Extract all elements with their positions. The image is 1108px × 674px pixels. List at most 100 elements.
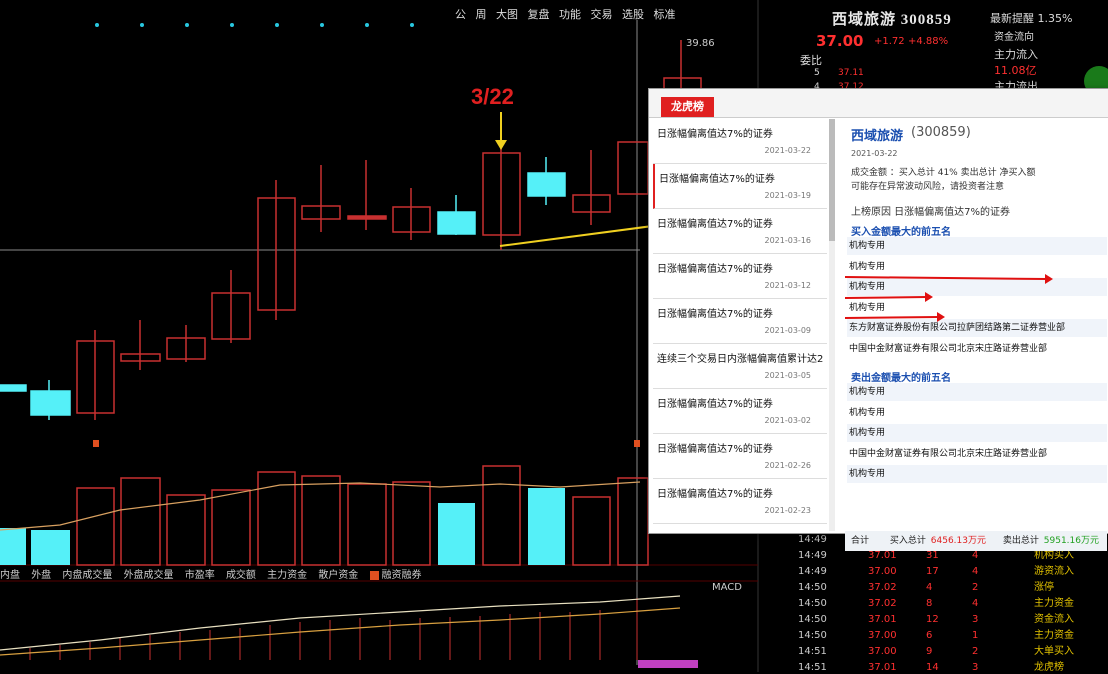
tick-cell: 31 xyxy=(926,550,939,561)
tick-cell: 14:49 xyxy=(798,550,827,561)
tick-cell: 37.02 xyxy=(868,598,897,609)
volume-bar-up xyxy=(617,477,649,566)
volume-bar-up xyxy=(392,481,431,566)
marker-dot xyxy=(230,23,234,27)
side-label: 5 xyxy=(814,68,820,78)
footer-buy-label: 买入总计 xyxy=(889,536,926,546)
tick-row: 14:49 37.00 17 4 游资流入 xyxy=(798,562,1108,578)
flow-label[interactable]: 资金流向 xyxy=(994,28,1034,43)
tick-cell: 14:51 xyxy=(798,662,827,673)
popup-annotation-arrows xyxy=(844,274,1053,322)
tick-cell: 大单买入 xyxy=(1034,646,1074,657)
tick-cell: 14:50 xyxy=(798,630,827,641)
indicator-item[interactable]: 散户资金 xyxy=(318,570,358,581)
indicator-item: 融资融券 xyxy=(381,570,422,581)
volume-bar-up xyxy=(347,483,387,566)
volume-bar-up xyxy=(76,487,115,566)
high-price-label: 39.86 xyxy=(686,38,715,49)
tick-cell: 37.00 xyxy=(868,566,897,577)
footer-sell-value: 5951.16万元 xyxy=(1043,536,1099,546)
tick-cell: 4 xyxy=(972,566,979,577)
signal-marker xyxy=(93,440,99,447)
tick-cell: 37.00 xyxy=(868,646,897,657)
dragon-tiger-popup: 龙虎榜 日涨幅偏离值达7%的证券 2021-03-22 日涨幅偏离值达7%的证券 20… xyxy=(648,88,1108,551)
footer-sell-label: 卖出总计 xyxy=(1002,536,1039,546)
tick-cell: 14:50 xyxy=(798,614,827,625)
indicator-item[interactable]: 成交额 xyxy=(226,570,256,581)
toolbar-item[interactable]: 复盘 xyxy=(528,8,550,21)
macd-histogram xyxy=(29,598,638,660)
tick-cell: 4 xyxy=(972,598,979,609)
tick-cell: 主力资金 xyxy=(1034,598,1074,609)
chart-toolbar: 公 周 大图 复盘 功能 交易 选股 标准 xyxy=(455,6,755,24)
marker-dot xyxy=(275,23,279,27)
stock-change-pct: +4.88% xyxy=(908,36,949,47)
annotation-arrow-head xyxy=(495,140,507,150)
tick-cell: 4 xyxy=(972,550,979,561)
tick-cell: 2 xyxy=(972,582,979,593)
tick-row: 14:50 37.01 12 3 资金流入 xyxy=(798,610,1108,626)
indicator-item[interactable]: 市盈率 xyxy=(185,570,215,581)
candles xyxy=(0,40,702,420)
toolbar-item[interactable]: 交易 xyxy=(591,8,613,21)
volume-bar-down xyxy=(31,530,70,565)
volume-bar-down xyxy=(0,528,26,565)
tick-row: 14:51 37.00 9 2 大单买入 xyxy=(798,642,1108,658)
indicator-checkbox[interactable]: 融资融券 xyxy=(369,570,430,581)
candle-down xyxy=(30,390,71,416)
toolbar-item[interactable]: 功能 xyxy=(559,8,581,21)
macd-dif-line xyxy=(0,595,681,651)
candle-down xyxy=(0,384,27,392)
tick-cell: 37.01 xyxy=(868,662,897,673)
toolbar-item[interactable]: 标准 xyxy=(654,8,676,21)
tick-cell: 主力资金 xyxy=(1034,630,1074,641)
tick-row: 14:50 37.02 8 4 主力资金 xyxy=(798,594,1108,610)
tick-cell: 龙虎榜 xyxy=(1034,662,1064,673)
toolbar-item[interactable]: 大图 xyxy=(496,8,518,21)
tick-cell: 14:50 xyxy=(798,598,827,609)
volume-bar-down xyxy=(438,503,475,565)
stock-price: 37.00 xyxy=(816,32,864,50)
tick-cell: 14:51 xyxy=(798,646,827,657)
tick-cell: 14:50 xyxy=(798,582,827,593)
marker-dot xyxy=(365,23,369,27)
toolbar-item[interactable]: 选股 xyxy=(622,8,644,21)
main-inflow-label: 主力流入 xyxy=(994,48,1038,61)
footer-total-label: 合计 xyxy=(851,536,870,546)
indicator-item[interactable]: 外盘成交量 xyxy=(124,570,174,581)
tick-cell: 37.00 xyxy=(868,630,897,641)
tick-cell: 4 xyxy=(926,582,933,593)
tick-list: 14:4937.00264大宗交易14:4937.01314机构买入14:493… xyxy=(798,530,1108,674)
indicator-item[interactable]: 内盘成交量 xyxy=(62,570,112,581)
volume-bar-up xyxy=(211,489,251,566)
toolbar-item[interactable]: 公 xyxy=(455,8,466,21)
main-inflow-value: 11.08亿 xyxy=(994,64,1037,77)
tick-cell: 涨停 xyxy=(1034,582,1054,593)
tick-cell: 37.01 xyxy=(868,614,897,625)
tick-cell: 12 xyxy=(926,614,939,625)
volume-bar-up xyxy=(120,477,161,566)
tick-cell: 37.01 xyxy=(868,550,897,561)
volume-bar-up xyxy=(166,494,206,566)
indicator-item[interactable]: 主力资金 xyxy=(267,570,307,581)
tick-cell: 资金流入 xyxy=(1034,614,1074,625)
tick-cell: 3 xyxy=(972,662,979,673)
checkbox-icon xyxy=(369,570,379,580)
signal-marker xyxy=(634,440,640,447)
tick-cell: 14 xyxy=(926,662,939,673)
candle-down xyxy=(527,172,566,197)
candle-doji xyxy=(347,215,387,220)
indicator-bar: 内盘 外盘 内盘成交量 外盘成交量 市盈率 成交额 主力资金 散户资金 融资融券 xyxy=(0,566,640,581)
footer-buy-value: 6456.13万元 xyxy=(930,536,986,546)
side-label: 委比 xyxy=(800,54,822,67)
indicator-item[interactable]: 内盘 xyxy=(0,570,20,581)
top-markers xyxy=(95,23,414,27)
volume-bar-up xyxy=(482,465,521,566)
marker-dot xyxy=(95,23,99,27)
stock-title: 西域旅游 300859 xyxy=(832,12,952,28)
side-value: 37.11 xyxy=(838,68,864,78)
tick-cell: 37.02 xyxy=(868,582,897,593)
date-annotation: 3/22 xyxy=(471,84,514,109)
toolbar-item[interactable]: 周 xyxy=(476,8,487,21)
indicator-item[interactable]: 外盘 xyxy=(31,570,51,581)
